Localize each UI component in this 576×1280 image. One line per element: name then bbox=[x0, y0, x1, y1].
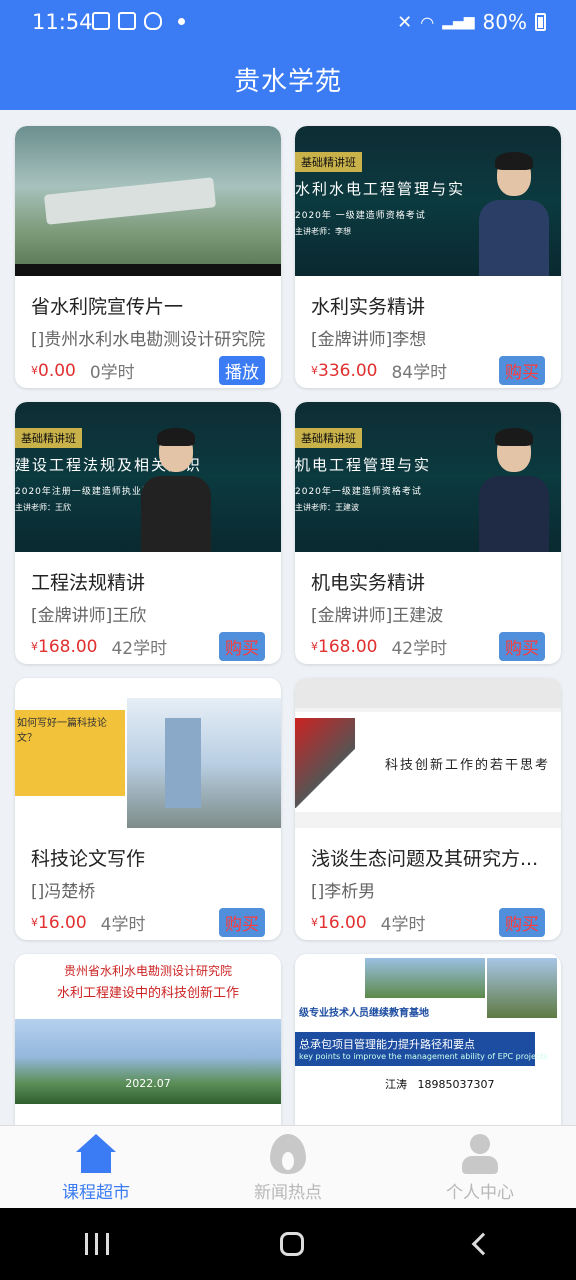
thumb-badge: 基础精讲班 bbox=[295, 428, 362, 448]
battery-text: 80% bbox=[482, 10, 527, 34]
home-nav-icon[interactable] bbox=[279, 1232, 304, 1256]
tab-label: 新闻热点 bbox=[254, 1183, 322, 1203]
course-hours: 42学时 bbox=[111, 639, 168, 659]
thumb-year: 2022.07 bbox=[125, 1077, 171, 1090]
thumb-badge: 基础精讲班 bbox=[295, 152, 362, 172]
user-icon bbox=[462, 1134, 498, 1174]
back-icon[interactable] bbox=[471, 1232, 494, 1256]
course-teacher: [金牌讲师]王建波 bbox=[311, 606, 444, 626]
thumb-title: 水利工程建设中的科技创新工作 bbox=[56, 986, 239, 1001]
course-thumbnail[interactable]: 贵州省水利水电勘测设计研究院 水利工程建设中的科技创新工作 2022.07 bbox=[15, 954, 281, 1104]
course-thumbnail[interactable] bbox=[15, 126, 281, 276]
course-card[interactable]: 级专业技术人员继续教育基地 总承包项目管理能力提升路径和要点 key point… bbox=[295, 954, 561, 1125]
course-thumbnail[interactable]: 基础精讲班 机电工程管理与实 2020年一级建造师资格考试 主讲老师：王建波 bbox=[295, 402, 561, 552]
course-price: ¥336.00 bbox=[311, 360, 378, 381]
buy-button[interactable]: 购买 bbox=[219, 908, 265, 937]
course-card[interactable]: 科技创新工作的若干思考 浅谈生态问题及其研究方... []李析男 ¥16.00 … bbox=[295, 678, 561, 940]
tab-label: 个人中心 bbox=[446, 1183, 514, 1203]
system-navigation-bar bbox=[0, 1208, 576, 1280]
buy-button[interactable]: 购买 bbox=[499, 356, 545, 385]
course-thumbnail[interactable]: 基础精讲班 水利水电工程管理与实 2020年 一级建造师资格考试 主讲老师：李想 bbox=[295, 126, 561, 276]
thumb-teacher: 主讲老师：李想 bbox=[295, 227, 351, 236]
course-title: 省水利院宣传片一 bbox=[31, 296, 184, 318]
course-price: ¥16.00 bbox=[31, 912, 87, 933]
course-hours: 42学时 bbox=[391, 639, 448, 659]
course-card[interactable]: 基础精讲班 机电工程管理与实 2020年一级建造师资格考试 主讲老师：王建波 机… bbox=[295, 402, 561, 664]
lecturer-image bbox=[479, 428, 549, 552]
course-thumbnail[interactable]: 科技创新工作的若干思考 bbox=[295, 678, 561, 828]
check-icon bbox=[118, 12, 136, 30]
thumb-text: 如何写好一篇科技论文？ bbox=[17, 718, 107, 744]
thumb-teacher: 主讲老师：王欣 bbox=[15, 503, 71, 512]
mute-icon: ✕ bbox=[397, 11, 413, 33]
thumb-badge: 基础精讲班 bbox=[15, 428, 82, 448]
course-price: ¥16.00 bbox=[311, 912, 367, 933]
course-hours: 84学时 bbox=[391, 363, 448, 383]
tab-personal-center[interactable]: 个人中心 bbox=[384, 1126, 576, 1208]
course-list[interactable]: 省水利院宣传片一 []贵州水利水电勘测设计研究院 ¥0.00 0学时 播放 基础… bbox=[0, 110, 576, 1125]
course-hours: 4学时 bbox=[100, 915, 146, 935]
course-teacher: []冯楚桥 bbox=[31, 882, 96, 902]
course-teacher: []李析男 bbox=[311, 882, 376, 902]
tab-course-market[interactable]: 课程超市 bbox=[0, 1126, 192, 1208]
tab-news[interactable]: 新闻热点 bbox=[192, 1126, 384, 1208]
thumb-heading: 总承包项目管理能力提升路径和要点 bbox=[299, 1038, 475, 1051]
buy-button[interactable]: 购买 bbox=[219, 632, 265, 661]
course-hours: 0学时 bbox=[89, 363, 135, 383]
course-price: ¥0.00 bbox=[31, 360, 76, 381]
course-title: 水利实务精讲 bbox=[311, 296, 426, 318]
buy-button[interactable]: 购买 bbox=[499, 632, 545, 661]
course-title: 科技论文写作 bbox=[31, 848, 146, 870]
course-teacher: []贵州水利水电勘测设计研究院 bbox=[31, 330, 265, 350]
wifi-icon: ◠ bbox=[420, 12, 435, 32]
thumb-contact: 江涛 18985037307 bbox=[385, 1078, 495, 1091]
thumb-org: 贵州省水利水电勘测设计研究院 bbox=[15, 954, 281, 982]
page-title: 贵水学苑 bbox=[233, 66, 342, 97]
fire-icon bbox=[270, 1134, 306, 1174]
home-icon bbox=[75, 1134, 117, 1174]
battery-icon bbox=[535, 13, 546, 31]
tab-label: 课程超市 bbox=[62, 1183, 130, 1203]
play-button[interactable]: 播放 bbox=[219, 356, 265, 385]
course-thumbnail[interactable]: 如何写好一篇科技论文？ bbox=[15, 678, 281, 828]
course-card[interactable]: 省水利院宣传片一 []贵州水利水电勘测设计研究院 ¥0.00 0学时 播放 bbox=[15, 126, 281, 388]
course-hours: 4学时 bbox=[380, 915, 426, 935]
notification-icons bbox=[92, 12, 185, 30]
lecturer-image bbox=[479, 152, 549, 276]
course-card[interactable]: 如何写好一篇科技论文？ 科技论文写作 []冯楚桥 ¥16.00 4学时 购买 bbox=[15, 678, 281, 940]
course-card[interactable]: 基础精讲班 水利水电工程管理与实 2020年 一级建造师资格考试 主讲老师：李想… bbox=[295, 126, 561, 388]
buy-button[interactable]: 购买 bbox=[499, 908, 545, 937]
course-price: ¥168.00 bbox=[311, 636, 378, 657]
app-bar: 贵水学苑 bbox=[0, 48, 576, 110]
status-bar: 11:54 ✕ ◠ ▂▄▆ 80% bbox=[0, 0, 576, 48]
thumb-base: 级专业技术人员继续教育基地 bbox=[299, 1008, 429, 1019]
gallery-icon bbox=[92, 12, 110, 30]
course-teacher: [金牌讲师]李想 bbox=[311, 330, 427, 350]
recent-apps-icon[interactable] bbox=[85, 1233, 110, 1255]
thumb-text: 科技创新工作的若干思考 bbox=[385, 758, 551, 773]
lecturer-image bbox=[141, 428, 211, 552]
signal-icon: ▂▄▆ bbox=[442, 14, 475, 30]
course-title: 浅谈生态问题及其研究方... bbox=[311, 848, 539, 870]
course-thumbnail[interactable]: 基础精讲班 建设工程法规及相关知识 2020年注册一级建造师执业资格考试 主讲老… bbox=[15, 402, 281, 552]
course-thumbnail[interactable]: 级专业技术人员继续教育基地 总承包项目管理能力提升路径和要点 key point… bbox=[295, 954, 561, 1104]
thumb-teacher: 主讲老师：王建波 bbox=[295, 503, 359, 512]
system-indicators: ✕ ◠ ▂▄▆ 80% bbox=[397, 10, 546, 34]
shield-icon bbox=[144, 12, 162, 30]
course-teacher: [金牌讲师]王欣 bbox=[31, 606, 147, 626]
course-card[interactable]: 贵州省水利水电勘测设计研究院 水利工程建设中的科技创新工作 2022.07 bbox=[15, 954, 281, 1125]
bottom-tab-bar: 课程超市 新闻热点 个人中心 bbox=[0, 1125, 576, 1208]
status-time: 11:54 bbox=[32, 10, 93, 34]
thumb-subtitle: key points to improve the management abi… bbox=[299, 1052, 548, 1061]
course-card[interactable]: 基础精讲班 建设工程法规及相关知识 2020年注册一级建造师执业资格考试 主讲老… bbox=[15, 402, 281, 664]
course-title: 工程法规精讲 bbox=[31, 572, 146, 594]
course-price: ¥168.00 bbox=[31, 636, 98, 657]
more-notifications-icon bbox=[178, 17, 185, 25]
course-title: 机电实务精讲 bbox=[311, 572, 426, 594]
